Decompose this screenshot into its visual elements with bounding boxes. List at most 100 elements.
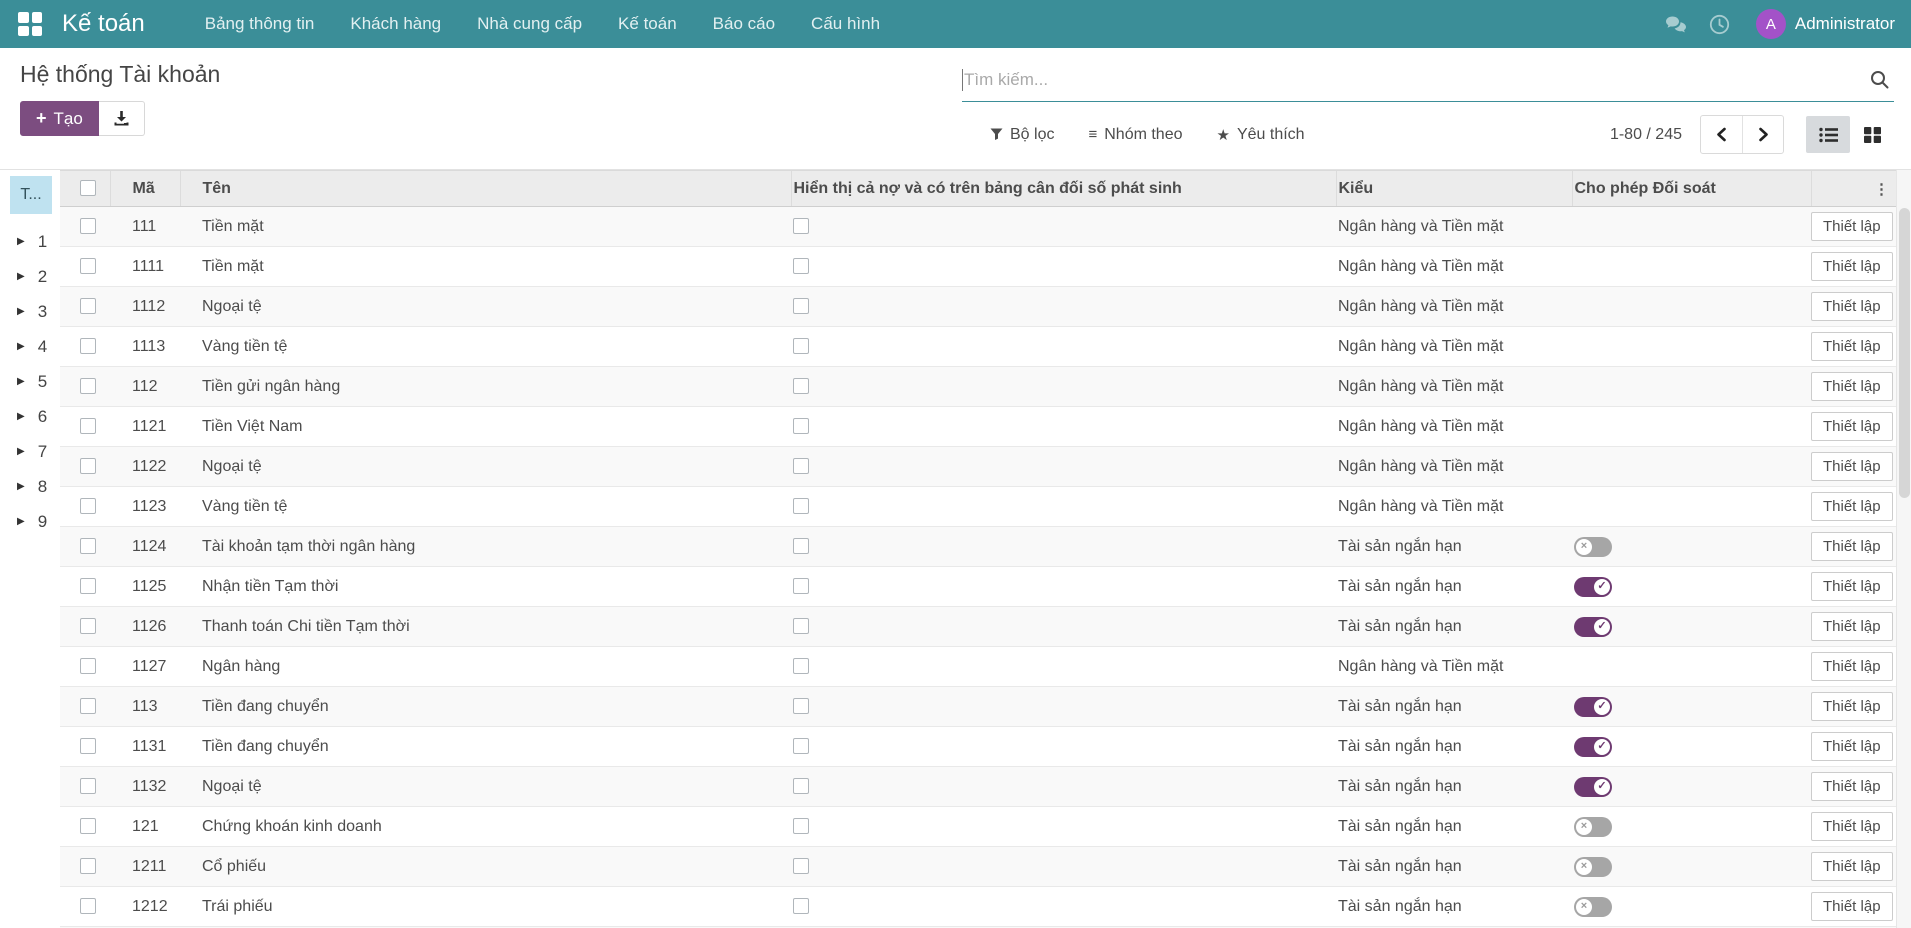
table-row[interactable]: 1124Tài khoản tạm thời ngân hàngTài sản … [60,527,1896,567]
row-checkbox[interactable] [80,618,96,634]
nav-menu-item[interactable]: Báo cáo [695,0,793,48]
row-checkbox[interactable] [80,258,96,274]
setup-button[interactable]: Thiết lập [1811,692,1893,721]
table-row[interactable]: 1126Thanh toán Chi tiền Tạm thờiTài sản … [60,607,1896,647]
setup-button[interactable]: Thiết lập [1811,772,1893,801]
table-row[interactable]: 1113Vàng tiền tệNgân hàng và Tiền mặtThi… [60,327,1896,367]
group-sidebar-header[interactable]: T... [10,176,52,214]
row-checkbox[interactable] [80,738,96,754]
table-row[interactable]: 1125Nhận tiền Tạm thờiTài sản ngắn hạn✓T… [60,567,1896,607]
row-checkbox[interactable] [80,858,96,874]
row-checkbox[interactable] [80,698,96,714]
row-checkbox[interactable] [80,818,96,834]
reconcile-toggle[interactable]: ✓ [1574,777,1612,797]
select-all-checkbox[interactable] [80,180,96,196]
column-header-show-balance[interactable]: Hiển thị cả nợ và có trên bảng cân đối s… [791,171,1336,207]
group-sidebar-item[interactable]: ▶7 [0,434,60,469]
column-header-type[interactable]: Kiểu [1336,171,1572,207]
table-row[interactable]: 1121Tiền Việt NamNgân hàng và Tiền mặtTh… [60,407,1896,447]
setup-button[interactable]: Thiết lập [1811,892,1893,921]
setup-button[interactable]: Thiết lập [1811,532,1893,561]
apps-grid-icon[interactable] [18,12,42,36]
table-row[interactable]: 1212Trái phiếuTài sản ngắn hạn×Thiết lập [60,887,1896,927]
reconcile-toggle[interactable]: × [1574,857,1612,877]
user-avatar[interactable]: A [1756,9,1786,39]
table-row[interactable]: 112Tiền gửi ngân hàngNgân hàng và Tiền m… [60,367,1896,407]
reconcile-toggle[interactable]: ✓ [1574,577,1612,597]
table-row[interactable]: 1111Tiền mặtNgân hàng và Tiền mặtThiết l… [60,247,1896,287]
column-header-code[interactable]: Mã [110,171,180,207]
setup-button[interactable]: Thiết lập [1811,412,1893,441]
messages-icon[interactable] [1654,14,1698,34]
setup-button[interactable]: Thiết lập [1811,572,1893,601]
column-header-reconcile[interactable]: Cho phép Đối soát [1572,171,1811,207]
group-sidebar-item[interactable]: ▶2 [0,259,60,294]
user-name[interactable]: Administrator [1795,14,1895,34]
filters-button[interactable]: Bộ lọc [990,126,1054,144]
table-row[interactable]: 1122Ngoại tệNgân hàng và Tiền mặtThiết l… [60,447,1896,487]
pager-previous-button[interactable] [1701,116,1742,153]
group-sidebar-item[interactable]: ▶3 [0,294,60,329]
favorites-button[interactable]: ★ Yêu thích [1217,126,1305,144]
column-header-name[interactable]: Tên [180,171,791,207]
list-view-button[interactable] [1806,116,1850,153]
row-checkbox[interactable] [80,778,96,794]
setup-button[interactable]: Thiết lập [1811,732,1893,761]
export-download-button[interactable] [99,101,145,136]
reconcile-toggle[interactable]: ✓ [1574,617,1612,637]
setup-button[interactable]: Thiết lập [1811,372,1893,401]
table-row[interactable]: 1112Ngoại tệNgân hàng và Tiền mặtThiết l… [60,287,1896,327]
nav-menu-item[interactable]: Bảng thông tin [187,0,333,48]
row-checkbox[interactable] [80,298,96,314]
setup-button[interactable]: Thiết lập [1811,812,1893,841]
table-row[interactable]: 111Tiền mặtNgân hàng và Tiền mặtThiết lậ… [60,207,1896,247]
search-button[interactable] [1864,70,1894,89]
nav-menu-item[interactable]: Cấu hình [793,0,898,48]
setup-button[interactable]: Thiết lập [1811,452,1893,481]
table-row[interactable]: 1127Ngân hàngNgân hàng và Tiền mặtThiết … [60,647,1896,687]
setup-button[interactable]: Thiết lập [1811,332,1893,361]
setup-button[interactable]: Thiết lập [1811,252,1893,281]
group-sidebar-item[interactable]: ▶8 [0,469,60,504]
group-sidebar-item[interactable]: ▶1 [0,224,60,259]
create-button[interactable]: + Tạo [20,101,99,136]
table-row[interactable]: 121Chứng khoán kinh doanhTài sản ngắn hạ… [60,807,1896,847]
table-row[interactable]: 1123Vàng tiền tệNgân hàng và Tiền mặtThi… [60,487,1896,527]
row-checkbox[interactable] [80,658,96,674]
search-input[interactable] [963,70,1864,90]
vertical-scrollbar[interactable] [1896,170,1911,928]
kanban-view-button[interactable] [1850,116,1894,153]
reconcile-toggle[interactable]: × [1574,817,1612,837]
activities-clock-icon[interactable] [1698,14,1742,35]
row-checkbox[interactable] [80,578,96,594]
setup-button[interactable]: Thiết lập [1811,292,1893,321]
setup-button[interactable]: Thiết lập [1811,212,1893,241]
column-options-button[interactable]: ⋮ [1811,171,1896,207]
setup-button[interactable]: Thiết lập [1811,612,1893,641]
setup-button[interactable]: Thiết lập [1811,852,1893,881]
row-checkbox[interactable] [80,898,96,914]
group-sidebar-item[interactable]: ▶6 [0,399,60,434]
row-checkbox[interactable] [80,378,96,394]
row-checkbox[interactable] [80,418,96,434]
pager-next-button[interactable] [1742,116,1783,153]
group-sidebar-item[interactable]: ▶4 [0,329,60,364]
nav-menu-item[interactable]: Nhà cung cấp [459,0,600,48]
nav-menu-item[interactable]: Khách hàng [332,0,459,48]
row-checkbox[interactable] [80,538,96,554]
table-row[interactable]: 1132Ngoại tệTài sản ngắn hạn✓Thiết lập [60,767,1896,807]
row-checkbox[interactable] [80,458,96,474]
setup-button[interactable]: Thiết lập [1811,492,1893,521]
nav-menu-item[interactable]: Kế toán [600,0,695,48]
scrollbar-thumb[interactable] [1899,208,1910,498]
table-row[interactable]: 1131Tiền đang chuyểnTài sản ngắn hạn✓Thi… [60,727,1896,767]
app-brand[interactable]: Kế toán [62,10,145,38]
row-checkbox[interactable] [80,218,96,234]
group-sidebar-item[interactable]: ▶5 [0,364,60,399]
reconcile-toggle[interactable]: ✓ [1574,697,1612,717]
group-by-button[interactable]: ≡ Nhóm theo [1088,126,1182,144]
setup-button[interactable]: Thiết lập [1811,652,1893,681]
table-row[interactable]: 113Tiền đang chuyểnTài sản ngắn hạn✓Thiế… [60,687,1896,727]
row-checkbox[interactable] [80,498,96,514]
reconcile-toggle[interactable]: × [1574,537,1612,557]
